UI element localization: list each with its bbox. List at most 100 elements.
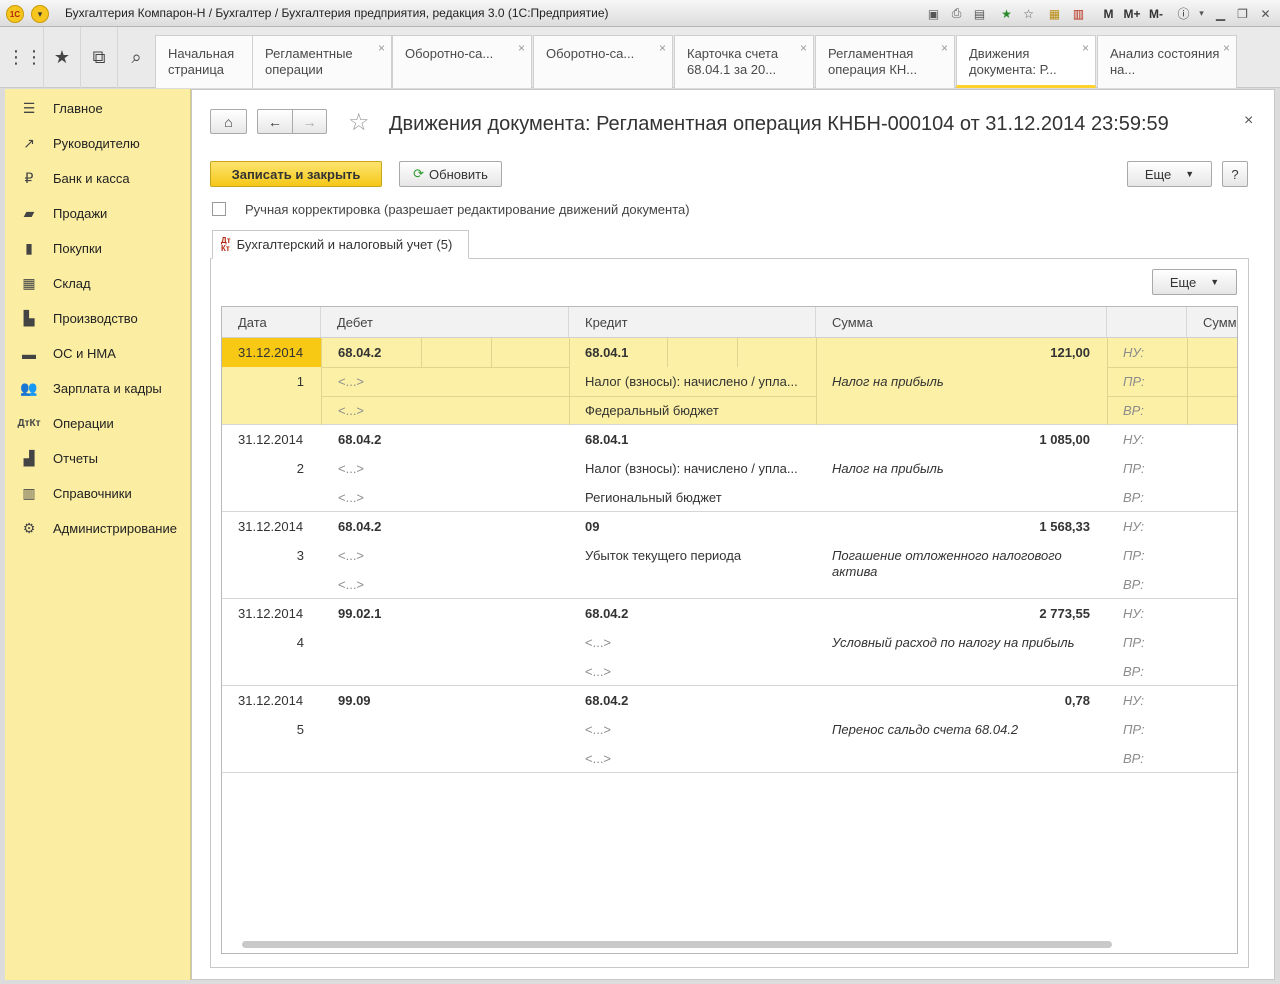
close-icon[interactable]: × <box>518 40 525 56</box>
chevron-down-icon: ▼ <box>1185 169 1195 179</box>
cell-credit: 68.04.1 <box>585 432 629 447</box>
close-icon[interactable]: × <box>1223 40 1230 56</box>
sidebar-item-warehouse[interactable]: ▦ Склад <box>5 266 191 301</box>
home-button[interactable]: ⌂ <box>210 109 247 134</box>
favorite-star-icon[interactable]: ☆ <box>348 108 370 137</box>
tab-document-movements[interactable]: Движения документа: Р... × <box>956 35 1096 88</box>
search-icon[interactable]: ⌕ <box>118 27 155 88</box>
column-divider <box>321 338 322 425</box>
save-icon[interactable]: ▣ <box>925 5 942 22</box>
sidebar-item-purchases[interactable]: ▮ Покупки <box>5 231 191 266</box>
close-icon[interactable]: × <box>1082 40 1089 56</box>
cell-debit-subconto: <...> <box>338 490 365 505</box>
tabs-bar: ⋮⋮ ★ ⧉ ⌕ Начальная страница Регламентные… <box>0 27 1280 88</box>
preview-icon[interactable]: ▤ <box>971 5 988 22</box>
manual-correction-checkbox[interactable] <box>212 202 226 216</box>
forward-button[interactable]: → <box>292 109 327 134</box>
apps-grid-icon[interactable]: ⋮⋮ <box>7 27 44 88</box>
sidebar-item-sales[interactable]: ▰ Продажи <box>5 196 191 231</box>
cell-number: 4 <box>296 635 304 650</box>
tab-label: Бухгалтерский и налоговый учет (5) <box>236 237 453 252</box>
label-pr: ПР: <box>1123 722 1145 737</box>
tab-label: Регламентные операции <box>265 46 353 77</box>
sidebar-item-label: Производство <box>53 311 138 326</box>
cell-content: Погашение отложенного налогового актива <box>832 548 1062 579</box>
column-header-tax-types[interactable] <box>1107 307 1187 338</box>
close-window-icon[interactable]: ✕ <box>1257 5 1274 22</box>
column-header-amount-tax[interactable]: Сумм <box>1187 307 1237 338</box>
calendar-icon[interactable]: ▥ <box>1070 5 1087 22</box>
cell-debit: 99.02.1 <box>338 606 382 621</box>
close-form-icon[interactable]: × <box>1244 112 1253 130</box>
tab-regulatory-ops[interactable]: Регламентные операции × <box>252 35 392 88</box>
tab-turnover-2[interactable]: Оборотно-са... × <box>533 35 673 88</box>
calculator-icon[interactable]: ▦ <box>1046 5 1063 22</box>
column-header-amount[interactable]: Сумма <box>816 307 1107 338</box>
memory-plus-icon[interactable]: M+ <box>1121 5 1143 22</box>
cell-credit: 68.04.2 <box>585 693 629 708</box>
close-icon[interactable]: × <box>659 40 666 56</box>
cell-content: Налог на прибыль <box>832 461 944 476</box>
info-dropdown-icon[interactable]: ▾ <box>1193 5 1210 22</box>
horizontal-scrollbar[interactable] <box>242 941 1112 948</box>
column-header-credit[interactable]: Кредит <box>569 307 816 338</box>
sidebar: ☰ Главное ↗ Руководителю ₽ Банк и касса ▰ Пр… <box>5 89 191 980</box>
memory-minus-icon[interactable]: M- <box>1145 5 1167 22</box>
tab-label: Анализ состояния на... <box>1110 46 1220 77</box>
column-header-debit[interactable]: Дебет <box>321 307 569 338</box>
warehouse-icon: ▦ <box>22 275 36 291</box>
sidebar-item-label: Руководителю <box>53 136 140 151</box>
cell-credit: 09 <box>585 519 600 534</box>
minimize-icon[interactable]: ▁ <box>1212 5 1229 22</box>
close-icon[interactable]: × <box>378 40 385 56</box>
help-button[interactable]: ? <box>1222 161 1248 187</box>
tab-turnover-1[interactable]: Оборотно-са... × <box>392 35 532 88</box>
sidebar-item-production[interactable]: ▙ Производство <box>5 301 191 336</box>
cell-credit-subconto: <...> <box>585 664 612 679</box>
tab-analysis[interactable]: Анализ состояния на... × <box>1097 35 1237 88</box>
row-divider <box>321 396 816 397</box>
more-button[interactable]: Еще ▼ <box>1127 161 1212 187</box>
sidebar-item-manager[interactable]: ↗ Руководителю <box>5 126 191 161</box>
refresh-button[interactable]: ⟳ Обновить <box>399 161 502 187</box>
sidebar-item-admin[interactable]: ⚙ Администрирование <box>5 511 191 546</box>
gear-icon: ⚙ <box>22 520 36 536</box>
cell-debit: 68.04.2 <box>338 345 382 360</box>
cell-debit-subconto: <...> <box>338 577 365 592</box>
tab-account-card[interactable]: Карточка счета 68.04.1 за 20... × <box>674 35 814 88</box>
memory-m-icon[interactable]: M <box>1100 5 1117 22</box>
sidebar-item-operations[interactable]: ДтКт Операции <box>5 406 191 441</box>
cell-amount: 121,00 <box>1050 345 1090 360</box>
cell-credit-subconto: <...> <box>585 751 612 766</box>
cell-debit-subconto: <...> <box>338 374 365 389</box>
history-clock-icon[interactable]: ⧉ <box>81 27 118 88</box>
column-divider <box>667 338 668 367</box>
sidebar-item-main[interactable]: ☰ Главное <box>5 91 191 126</box>
back-button[interactable]: ← <box>257 109 292 134</box>
tab-label: Оборотно-са... <box>546 46 635 61</box>
close-icon[interactable]: × <box>800 40 807 56</box>
favorites-add-icon[interactable]: ★ <box>998 5 1015 22</box>
info-icon[interactable]: ⓘ <box>1175 5 1192 22</box>
restore-icon[interactable]: ❐ <box>1234 5 1251 22</box>
main-menu-button[interactable]: ▾ <box>31 5 49 23</box>
sidebar-item-salary[interactable]: 👥 Зарплата и кадры <box>5 371 191 406</box>
favorites-star-icon[interactable]: ★ <box>44 27 81 88</box>
tab-label: Карточка счета 68.04.1 за 20... <box>687 46 779 77</box>
tab-regulatory-op[interactable]: Регламентная операция КН... × <box>815 35 955 88</box>
sidebar-item-fixed-assets[interactable]: ▬ ОС и НМА <box>5 336 191 371</box>
sidebar-item-reports[interactable]: ▟ Отчеты <box>5 441 191 476</box>
print-icon[interactable]: ⎙ <box>948 5 965 22</box>
sidebar-item-bank[interactable]: ₽ Банк и касса <box>5 161 191 196</box>
tab-accounting-records[interactable]: Дт Кт Бухгалтерский и налоговый учет (5) <box>212 230 469 259</box>
label-nu: НУ: <box>1123 345 1145 360</box>
history-icon[interactable]: ☆ <box>1020 5 1037 22</box>
close-icon[interactable]: × <box>941 40 948 56</box>
sidebar-item-references[interactable]: ▥ Справочники <box>5 476 191 511</box>
save-and-close-button[interactable]: Записать и закрыть <box>210 161 382 187</box>
column-header-date[interactable]: Дата <box>222 307 321 338</box>
label-pr: ПР: <box>1123 461 1145 476</box>
grid-more-button[interactable]: Еще ▼ <box>1152 269 1237 295</box>
label-nu: НУ: <box>1123 432 1145 447</box>
cell-debit-subconto: <...> <box>338 403 365 418</box>
